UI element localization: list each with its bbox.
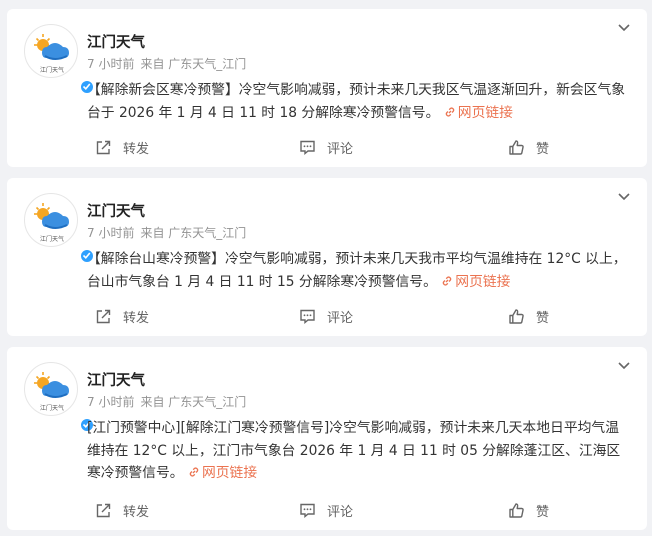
like-label: 赞 <box>536 310 550 326</box>
link-icon <box>445 106 455 117</box>
post-time[interactable]: 7 小时前 <box>87 226 134 240</box>
post-text: 【解除台山寒冷预警】冷空气影响减弱，预计未来几天我市平均气温维持在 12°C 以… <box>87 248 632 293</box>
post-meta: 7 小时前 来自 广东天气_江门 <box>87 224 252 241</box>
post-meta: 7 小时前 来自 广东天气_江门 <box>87 55 252 72</box>
share-label: 转发 <box>123 504 150 520</box>
share-button[interactable]: 转发 <box>95 304 149 328</box>
post-meta: 7 小时前 来自 广东天气_江门 <box>87 393 252 410</box>
post-source: 来自 广东天气_江门 <box>140 395 247 409</box>
post-actions: 转发 评论 赞 <box>7 304 647 328</box>
like-button[interactable]: 赞 <box>508 304 549 328</box>
post-source: 来自 广东天气_江门 <box>140 57 247 71</box>
like-label: 赞 <box>536 504 550 520</box>
post-time[interactable]: 7 小时前 <box>87 395 134 409</box>
avatar[interactable]: 江门天气 <box>24 193 94 263</box>
author-name[interactable]: 江门天气 <box>87 369 145 390</box>
comment-button[interactable]: 评论 <box>299 304 353 328</box>
comment-button[interactable]: 评论 <box>299 498 353 522</box>
more-chevron-icon[interactable] <box>616 357 632 373</box>
like-icon <box>509 139 524 155</box>
like-icon <box>509 502 524 518</box>
link-icon <box>443 275 452 286</box>
weibo-post: 江门天气 江门天气 7 小时前 来自 广东天气_江门 【解除新会区寒冷预警】冷空气… <box>7 9 647 167</box>
share-button[interactable]: 转发 <box>95 498 149 522</box>
post-time[interactable]: 7 小时前 <box>87 57 134 71</box>
weibo-post: 江门天气 江门天气 7 小时前 来自 广东天气_江门 [江门预警中心][解除江门寒… <box>7 347 647 530</box>
link-icon <box>189 467 199 477</box>
post-body: [江门预警中心][解除江门寒冷预警信号]冷空气影响减弱，预计未来几天本地日平均气… <box>87 420 621 481</box>
comment-icon <box>300 140 315 155</box>
web-link[interactable]: 网页链接 <box>444 105 513 121</box>
share-icon <box>96 309 111 323</box>
avatar-logo-icon: 江门天气 <box>34 203 69 243</box>
comment-button[interactable]: 评论 <box>299 135 353 159</box>
comment-icon <box>300 309 315 324</box>
avatar-text: 江门天气 <box>40 404 64 412</box>
web-link[interactable]: 网页链接 <box>188 465 257 481</box>
web-link[interactable]: 网页链接 <box>441 274 510 290</box>
avatar-text: 江门天气 <box>40 235 64 243</box>
post-body: 【解除新会区寒冷预警】冷空气影响减弱，预计未来几天我区气温逐渐回升，新会区气象台… <box>87 82 626 121</box>
avatar[interactable]: 江门天气 <box>24 24 94 94</box>
share-icon <box>96 140 111 154</box>
like-icon <box>509 308 524 324</box>
post-source: 来自 广东天气_江门 <box>140 226 247 240</box>
post-text: 【解除新会区寒冷预警】冷空气影响减弱，预计未来几天我区气温逐渐回升，新会区气象台… <box>87 79 632 124</box>
more-chevron-icon[interactable] <box>616 188 632 204</box>
post-actions: 转发 评论 赞 <box>7 498 647 522</box>
more-chevron-icon[interactable] <box>616 19 632 35</box>
share-label: 转发 <box>123 141 150 157</box>
comment-label: 评论 <box>327 504 354 520</box>
comment-label: 评论 <box>327 141 354 157</box>
comment-label: 评论 <box>327 310 354 326</box>
web-link-label: 网页链接 <box>455 273 511 290</box>
avatar-logo-icon: 江门天气 <box>34 372 69 412</box>
avatar-logo-icon: 江门天气 <box>34 34 69 74</box>
weibo-post: 江门天气 江门天气 7 小时前 来自 广东天气_江门 【解除台山寒冷预警】冷空气影… <box>7 178 647 336</box>
share-label: 转发 <box>123 310 150 326</box>
author-name[interactable]: 江门天气 <box>87 31 145 52</box>
share-icon <box>96 503 111 517</box>
post-text: [江门预警中心][解除江门寒冷预警信号]冷空气影响减弱，预计未来几天本地日平均气… <box>87 417 632 485</box>
share-button[interactable]: 转发 <box>95 135 149 159</box>
like-button[interactable]: 赞 <box>508 498 549 522</box>
like-button[interactable]: 赞 <box>508 135 549 159</box>
post-actions: 转发 评论 赞 <box>7 135 647 159</box>
web-link-label: 网页链接 <box>457 104 513 121</box>
like-label: 赞 <box>536 141 550 157</box>
comment-icon <box>300 503 315 518</box>
author-name[interactable]: 江门天气 <box>87 200 145 221</box>
web-link-label: 网页链接 <box>201 465 258 481</box>
avatar-text: 江门天气 <box>40 66 64 74</box>
avatar[interactable]: 江门天气 <box>24 362 94 432</box>
post-body: 【解除台山寒冷预警】冷空气影响减弱，预计未来几天我市平均气温维持在 12°C 以… <box>87 251 627 290</box>
